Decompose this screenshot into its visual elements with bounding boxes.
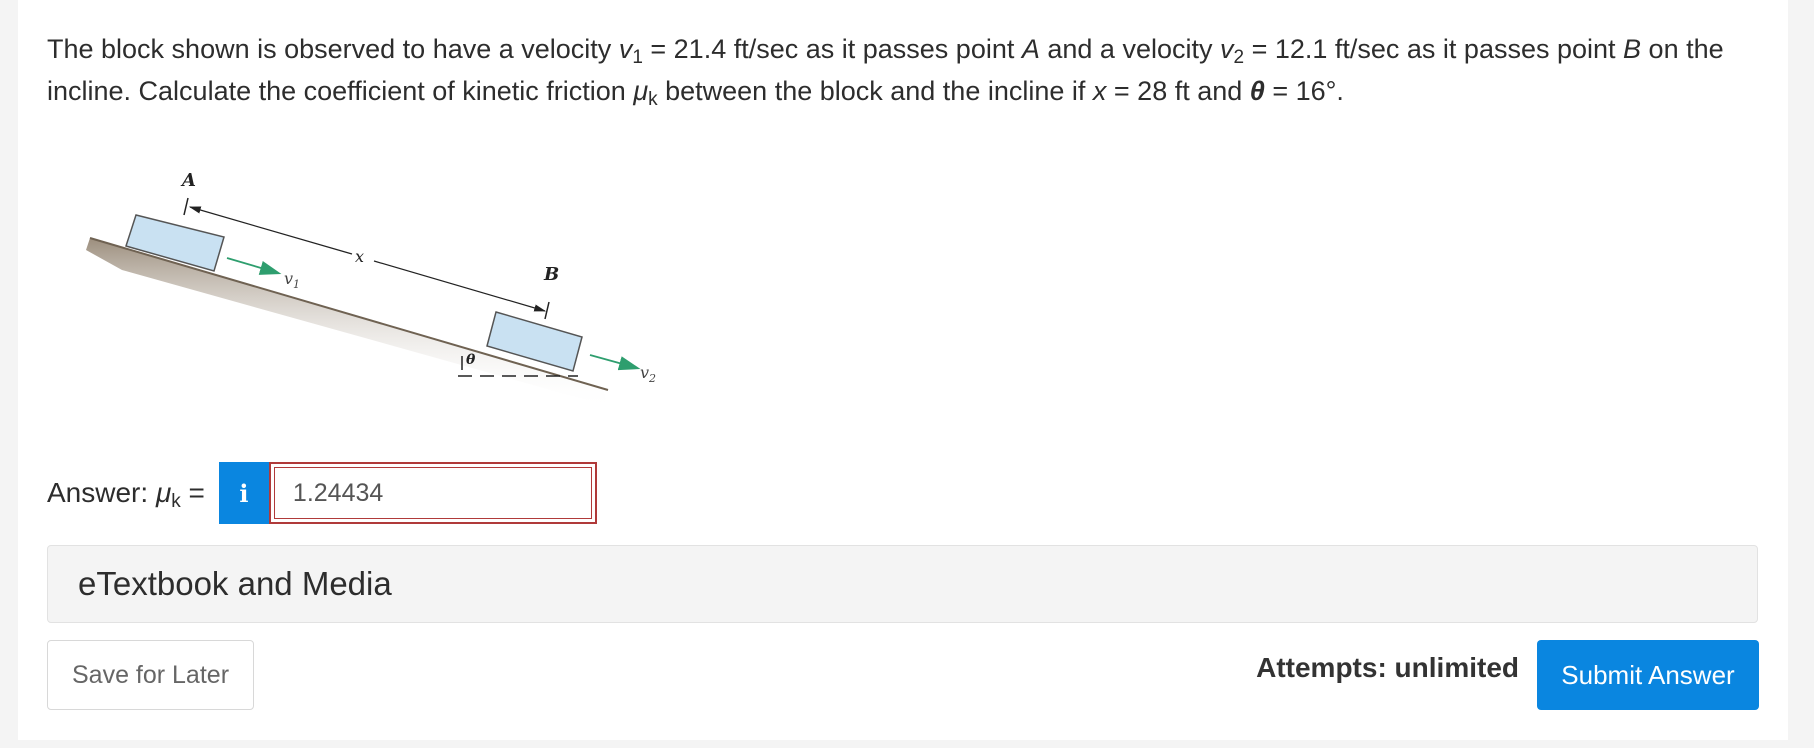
mu-subscript: k: [171, 491, 181, 512]
v2-symbol: v: [1219, 34, 1234, 64]
save-for-later-button[interactable]: Save for Later: [47, 640, 254, 710]
label-v1: v1: [284, 269, 300, 291]
v1-symbol: v: [618, 34, 633, 64]
etextbook-media-panel[interactable]: eTextbook and Media: [47, 545, 1758, 623]
label-x: x: [355, 247, 364, 266]
incline-surface: [89, 237, 609, 391]
mu-subscript: k: [648, 89, 658, 110]
v2-arrow: [589, 354, 641, 371]
answer-label-prefix: Answer:: [47, 477, 156, 508]
dimension-tick-b: [544, 301, 550, 320]
x-symbol: x: [1092, 76, 1107, 106]
question-text-part: = 16°.: [1264, 76, 1344, 106]
question-text-part: and a velocity: [1039, 34, 1220, 64]
answer-input[interactable]: [268, 462, 597, 524]
label-a: A: [180, 170, 196, 191]
v2-subscript: 2: [1233, 47, 1245, 68]
v1-arrow: [226, 257, 282, 275]
question-card: The block shown is observed to have a ve…: [18, 0, 1788, 740]
question-text-part: between the block and the incline if: [657, 76, 1093, 106]
label-v2: v2: [640, 363, 656, 385]
point-a-symbol: A: [1021, 34, 1040, 64]
attempts-label: Attempts: unlimited: [1256, 652, 1519, 683]
dimension-tick-a: [183, 197, 189, 216]
question-text-part: = 12.1 ft/sec as it passes point: [1244, 34, 1624, 64]
label-theta: θ: [466, 352, 476, 368]
answer-label: Answer: μk =: [47, 477, 205, 512]
incline-diagram: x A B v1 v2 θ: [86, 170, 656, 410]
mu-symbol: μ: [155, 477, 172, 508]
question-text-part: = 28 ft and: [1106, 76, 1250, 106]
mu-symbol: μ: [633, 76, 649, 106]
label-b: B: [543, 264, 559, 285]
dimension-line-right: [373, 260, 547, 312]
info-icon[interactable]: i: [218, 462, 269, 524]
question-text: The block shown is observed to have a ve…: [47, 28, 1747, 112]
question-text-part: = 21.4 ft/sec as it passes point: [642, 34, 1022, 64]
v1-subscript: 1: [632, 47, 643, 68]
question-text-part: The block shown is observed to have a ve…: [47, 34, 619, 64]
incline-ground: [86, 238, 622, 410]
point-b-symbol: B: [1623, 34, 1642, 64]
answer-equals: =: [180, 477, 205, 508]
theta-symbol: θ: [1249, 76, 1265, 106]
submit-answer-button[interactable]: Submit Answer: [1537, 640, 1759, 710]
answer-row: Answer: μk = i: [47, 462, 597, 524]
